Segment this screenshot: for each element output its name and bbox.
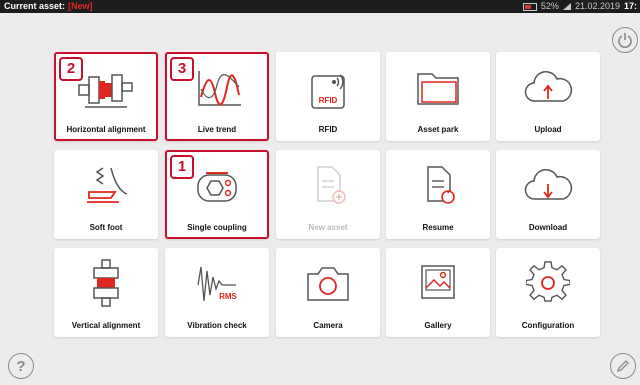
edit-button[interactable] [610,353,636,379]
pencil-icon [616,360,629,373]
tile-asset-park[interactable]: Asset park [386,52,490,141]
current-asset: Current asset: [New] [4,0,93,13]
gear-icon [526,261,570,302]
tile-label: RFID [318,125,338,134]
rfid-icon: RFID [311,74,345,109]
camera-icon [307,267,349,301]
tile-label: Asset park [417,125,459,134]
current-asset-label: Current asset: [4,1,66,11]
tile-label: New asset [308,223,348,232]
tile-label: Configuration [521,321,575,330]
date: 21.02.2019 [574,1,620,11]
tile-camera[interactable]: Camera [276,248,380,337]
tile-label: Single coupling [187,223,247,232]
tile-label: Horizontal alignment [66,125,146,134]
tile-resume[interactable]: Resume [386,150,490,239]
tile-upload[interactable]: Upload [496,52,600,141]
power-button[interactable] [612,27,638,53]
gallery-icon [421,265,455,299]
power-icon [618,33,632,48]
tile-vertical-alignment[interactable]: Vertical alignment [54,248,158,337]
tile-rfid[interactable]: RFID RFID [276,52,380,141]
status-indicators: 52% 21.02.2019 17: [522,0,637,13]
tile-label: Gallery [424,321,452,330]
tile-label: Soft foot [89,223,123,232]
folder-icon [417,73,459,105]
tile-configuration[interactable]: Configuration [496,248,600,337]
question-mark-icon: ? [16,357,26,375]
vibration-check-icon: RMS [197,266,238,302]
signal-icon [562,3,571,10]
tile-gallery[interactable]: Gallery [386,248,490,337]
live-trend-icon [198,71,241,106]
resume-icon [427,166,455,204]
tile-horizontal-alignment[interactable]: 2 Horizontal alignment [54,52,158,141]
cloud-upload-icon [524,71,573,102]
tile-label: Upload [534,125,562,134]
time: 17: [623,1,637,11]
battery-level: 52% [540,1,559,11]
tile-soft-foot[interactable]: Soft foot [54,150,158,239]
tile-label: Camera [313,321,343,330]
tile-live-trend[interactable]: 3 Live trend [165,52,269,141]
single-coupling-icon [197,172,237,202]
status-bar: Current asset: [New] 52% 21.02.2019 17: [0,0,640,13]
tile-label: Resume [422,223,454,232]
horizontal-alignment-icon [78,74,133,108]
battery-icon [522,2,537,11]
soft-foot-icon [87,167,128,203]
tile-label: Download [528,223,568,232]
rfid-icon-text: RFID [319,96,338,105]
new-asset-icon [317,166,346,204]
tile-vibration-check[interactable]: RMS Vibration check [165,248,269,337]
tile-label: Vibration check [187,321,247,330]
current-asset-value: [New] [68,1,93,11]
rms-icon-text: RMS [219,292,237,301]
vertical-alignment-icon [93,259,119,307]
cloud-download-icon [524,169,573,200]
tile-label: Live trend [197,125,237,134]
tile-download[interactable]: Download [496,150,600,239]
tile-single-coupling[interactable]: 1 Single coupling [165,150,269,239]
tile-new-asset: New asset [276,150,380,239]
help-button[interactable]: ? [8,353,34,379]
tile-label: Vertical alignment [71,321,141,330]
